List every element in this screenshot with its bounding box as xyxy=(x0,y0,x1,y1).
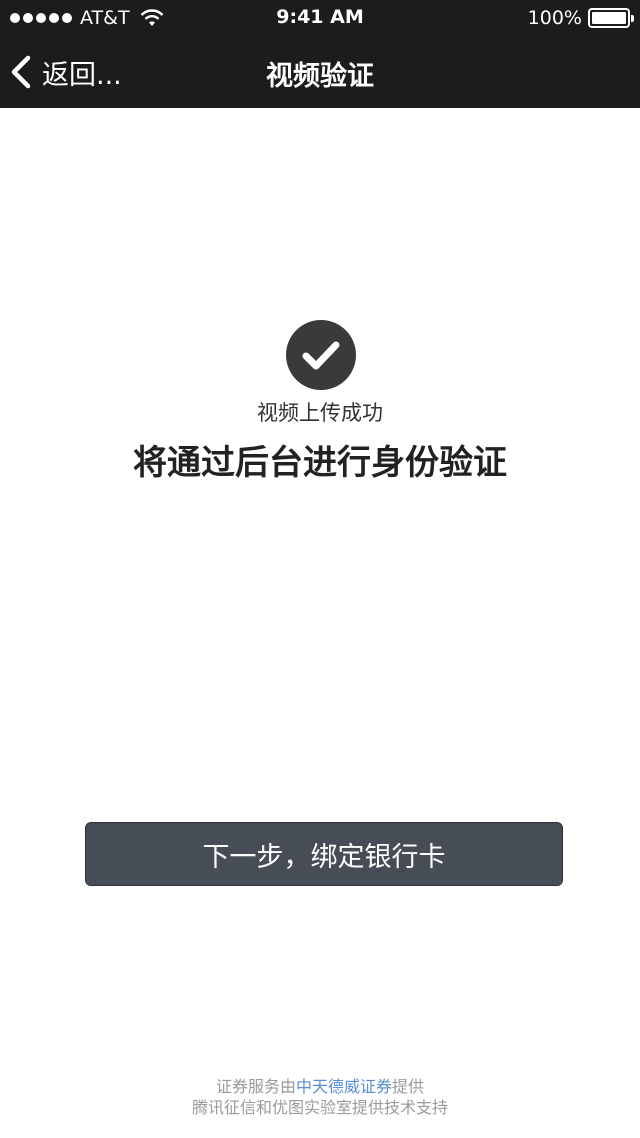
screen: AT&T 9:41 AM 100% 返回... 视频验证 视频上传成功 将通过后… xyxy=(0,0,640,1138)
check-circle-icon xyxy=(286,320,356,390)
battery-icon xyxy=(588,8,634,28)
footer: 证券服务由中天德威证券提供 腾讯征信和优图实验室提供技术支持 xyxy=(0,1076,640,1118)
upload-success-message: 视频上传成功 xyxy=(257,401,383,425)
battery-percentage: 100% xyxy=(527,7,582,29)
next-bind-bank-card-button[interactable]: 下一步，绑定银行卡 xyxy=(85,822,563,886)
header: AT&T 9:41 AM 100% 返回... 视频验证 xyxy=(0,0,640,108)
status-right: 100% xyxy=(527,7,634,29)
page-title: 视频验证 xyxy=(266,61,374,92)
footer-prefix: 证券服务由 xyxy=(215,1077,296,1096)
status-bar: AT&T 9:41 AM 100% xyxy=(0,0,640,36)
navigation-bar: 返回... 视频验证 xyxy=(0,36,640,108)
next-button-label: 下一步，绑定银行卡 xyxy=(202,841,446,873)
securities-link[interactable]: 中天德威证券 xyxy=(296,1077,392,1096)
footer-line-2: 腾讯征信和优图实验室提供技术支持 xyxy=(191,1098,448,1117)
footer-line-1: 证券服务由中天德威证券提供 xyxy=(0,1076,640,1097)
footer-suffix: 提供 xyxy=(392,1077,425,1096)
verification-message: 将通过后台进行身份验证 xyxy=(133,443,507,483)
